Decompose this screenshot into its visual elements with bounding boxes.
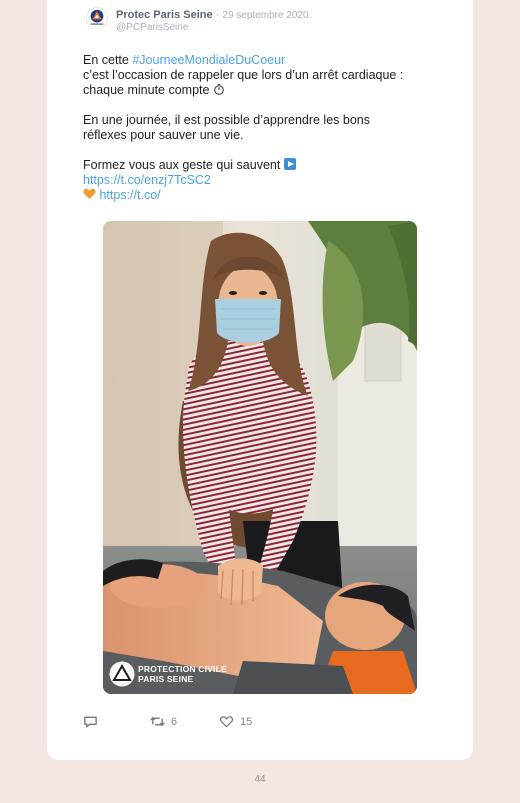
short-link-2[interactable]: https://t.co/: [99, 188, 160, 202]
avatar[interactable]: [86, 7, 108, 29]
hashtag-link[interactable]: #JourneeMondialeDuCoeur: [132, 53, 285, 67]
orange-heart-icon: [83, 188, 96, 199]
tweet-date[interactable]: 29 septembre 2020: [222, 10, 308, 21]
reply-button[interactable]: [83, 714, 98, 729]
tweet-text-intro: En cette: [83, 53, 133, 67]
stopwatch-icon: [214, 84, 224, 95]
short-link-1[interactable]: https://t.co/enzj7TcSC2: [83, 173, 211, 187]
like-button[interactable]: 15: [219, 714, 252, 729]
retweet-icon: [150, 716, 165, 727]
retweet-button[interactable]: 6: [150, 714, 177, 729]
author-handle[interactable]: @PCParisSeine: [116, 22, 188, 33]
heart-icon: [219, 716, 234, 728]
tweet-paragraph-1: En cette #JourneeMondialeDuCoeur c’est l…: [83, 53, 433, 98]
retweet-count: 6: [171, 715, 178, 728]
like-count: 15: [240, 715, 253, 728]
photo-watermark: PROTECTION CIVILE PARIS SEINE: [138, 664, 227, 684]
protection-civile-badge-icon: [109, 661, 135, 687]
tweet-text-line: chaque minute compte: [83, 83, 210, 97]
watermark-line-1: PROTECTION CIVILE: [138, 664, 227, 674]
protection-civile-logo-icon: [90, 9, 104, 25]
tweet-text-line: En une journée, il est possible d’appren…: [83, 113, 370, 127]
tweet-header: Protec Paris Seine · 29 septembre 2020: [116, 9, 309, 21]
tweet-actions: 6 15: [83, 714, 383, 734]
tweet-text-line: réflexes pour sauver une vie.: [83, 128, 244, 142]
tweet-paragraph-3: Formez vous aux geste qui sauvent https:…: [83, 158, 433, 203]
author-name[interactable]: Protec Paris Seine: [116, 9, 213, 21]
page-number: 44: [254, 774, 266, 785]
watermark-line-2: PARIS SEINE: [138, 674, 194, 684]
tweet-text-line: Formez vous aux geste qui sauvent: [83, 158, 281, 172]
header-separator: ·: [212, 9, 223, 21]
play-button-icon: [283, 158, 296, 170]
tweet-text-line: c’est l’occasion de rappeler que lors d’…: [83, 68, 404, 82]
cpr-training-photo: [103, 221, 417, 694]
tweet-paragraph-2: En une journée, il est possible d’appren…: [83, 113, 433, 143]
reply-icon: [84, 716, 97, 728]
tweet-photo[interactable]: PROTECTION CIVILE PARIS SEINE: [103, 221, 417, 694]
tweet-text: En cette #JourneeMondialeDuCoeur c’est l…: [83, 53, 433, 203]
